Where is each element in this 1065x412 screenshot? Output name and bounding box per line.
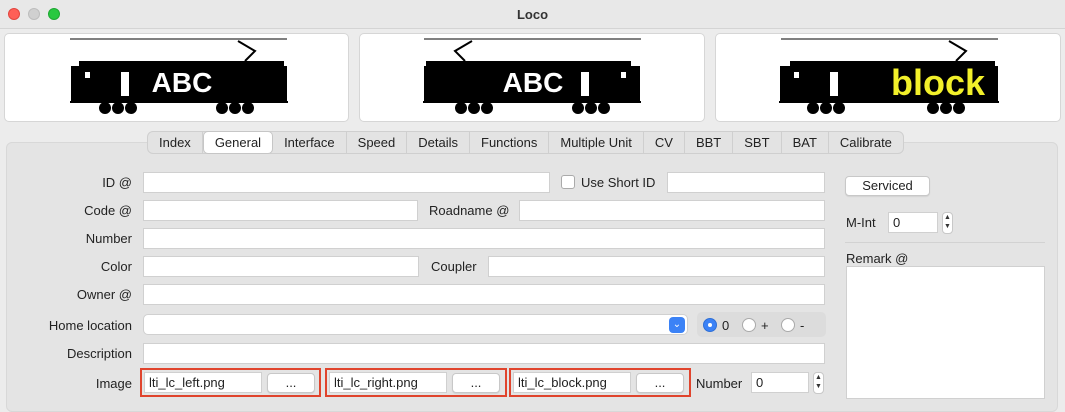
preview-image-right: ABC [359, 33, 705, 122]
roadname-label: Roadname @ [429, 203, 510, 218]
radio-0[interactable] [703, 318, 717, 332]
image-left-browse-button[interactable]: ... [267, 373, 315, 393]
preview-image-left: ABC [4, 33, 349, 122]
preview-left-text: ABC [152, 67, 213, 98]
image-block-browse-button[interactable]: ... [636, 373, 684, 393]
tab-general[interactable]: General [202, 131, 274, 154]
description-label: Description [66, 346, 132, 361]
tab-interface[interactable]: Interface [273, 132, 347, 153]
radio-plus[interactable] [742, 318, 756, 332]
image-label: Image [95, 376, 132, 391]
image-number-label: Number [696, 376, 743, 391]
image-number-stepper[interactable]: ▲ ▼ [813, 372, 824, 394]
preview-right-text: ABC [503, 67, 564, 98]
radio-minus-label: - [800, 318, 805, 333]
use-short-id-label: Use Short ID [581, 175, 656, 190]
side-divider [845, 242, 1045, 243]
tab-multiple-unit[interactable]: Multiple Unit [549, 132, 644, 153]
radio-plus-label: + [761, 318, 769, 333]
window-title: Loco [516, 6, 549, 22]
close-window-button[interactable] [8, 8, 20, 20]
code-field[interactable] [143, 200, 418, 221]
tab-cv[interactable]: CV [644, 132, 685, 153]
chevron-down-icon[interactable]: ⌄ [669, 317, 685, 333]
tab-speed[interactable]: Speed [347, 132, 408, 153]
radio-0-label: 0 [722, 318, 730, 333]
minimize-window-button[interactable] [28, 8, 40, 20]
owner-field[interactable] [143, 284, 825, 305]
zoom-window-button[interactable] [48, 8, 60, 20]
tab-details[interactable]: Details [407, 132, 470, 153]
color-field[interactable] [143, 256, 419, 277]
owner-label: Owner @ [76, 287, 132, 302]
image-number-field[interactable]: 0 [751, 372, 809, 393]
tab-sbt[interactable]: SBT [733, 132, 782, 153]
image-block-field[interactable]: lti_lc_block.png [513, 372, 631, 393]
tab-functions[interactable]: Functions [470, 132, 550, 153]
tab-calibrate[interactable]: Calibrate [829, 132, 903, 153]
number-label: Number [85, 231, 132, 246]
preview-image-block: block [715, 33, 1061, 122]
coupler-label: Coupler [431, 259, 477, 274]
remark-label: Remark @ [846, 251, 909, 266]
id-label: ID @ [102, 175, 132, 190]
id-field[interactable] [143, 172, 550, 193]
image-right-browse-button[interactable]: ... [452, 373, 500, 393]
preview-block-text: block [891, 62, 986, 103]
locomotive-right-image: ABC [423, 38, 641, 114]
serviced-button[interactable]: Serviced [845, 176, 930, 196]
remark-textarea[interactable] [846, 266, 1045, 399]
mint-label: M-Int [846, 215, 876, 230]
home-location-select[interactable] [143, 314, 688, 335]
mint-stepper[interactable]: ▲ ▼ [942, 212, 953, 234]
locomotive-block-image: block [779, 38, 999, 114]
color-label: Color [100, 259, 132, 274]
code-label: Code @ [84, 203, 132, 218]
image-right-field[interactable]: lti_lc_right.png [329, 372, 447, 393]
mint-field[interactable]: 0 [888, 212, 938, 233]
roadname-field[interactable] [519, 200, 825, 221]
description-field[interactable] [143, 343, 825, 364]
tab-bar: Index General Interface Speed Details Fu… [147, 131, 904, 154]
short-id-field[interactable] [667, 172, 825, 193]
number-field[interactable] [143, 228, 825, 249]
locomotive-left-image: ABC [70, 38, 288, 114]
image-left-field[interactable]: lti_lc_left.png [144, 372, 262, 393]
title-bar: Loco [0, 0, 1065, 29]
tab-index[interactable]: Index [148, 132, 203, 153]
tab-bbt[interactable]: BBT [685, 132, 734, 153]
coupler-field[interactable] [488, 256, 825, 277]
use-short-id-checkbox[interactable] [561, 175, 575, 189]
home-location-label: Home location [48, 318, 132, 333]
radio-minus[interactable] [781, 318, 795, 332]
tab-bat[interactable]: BAT [782, 132, 829, 153]
